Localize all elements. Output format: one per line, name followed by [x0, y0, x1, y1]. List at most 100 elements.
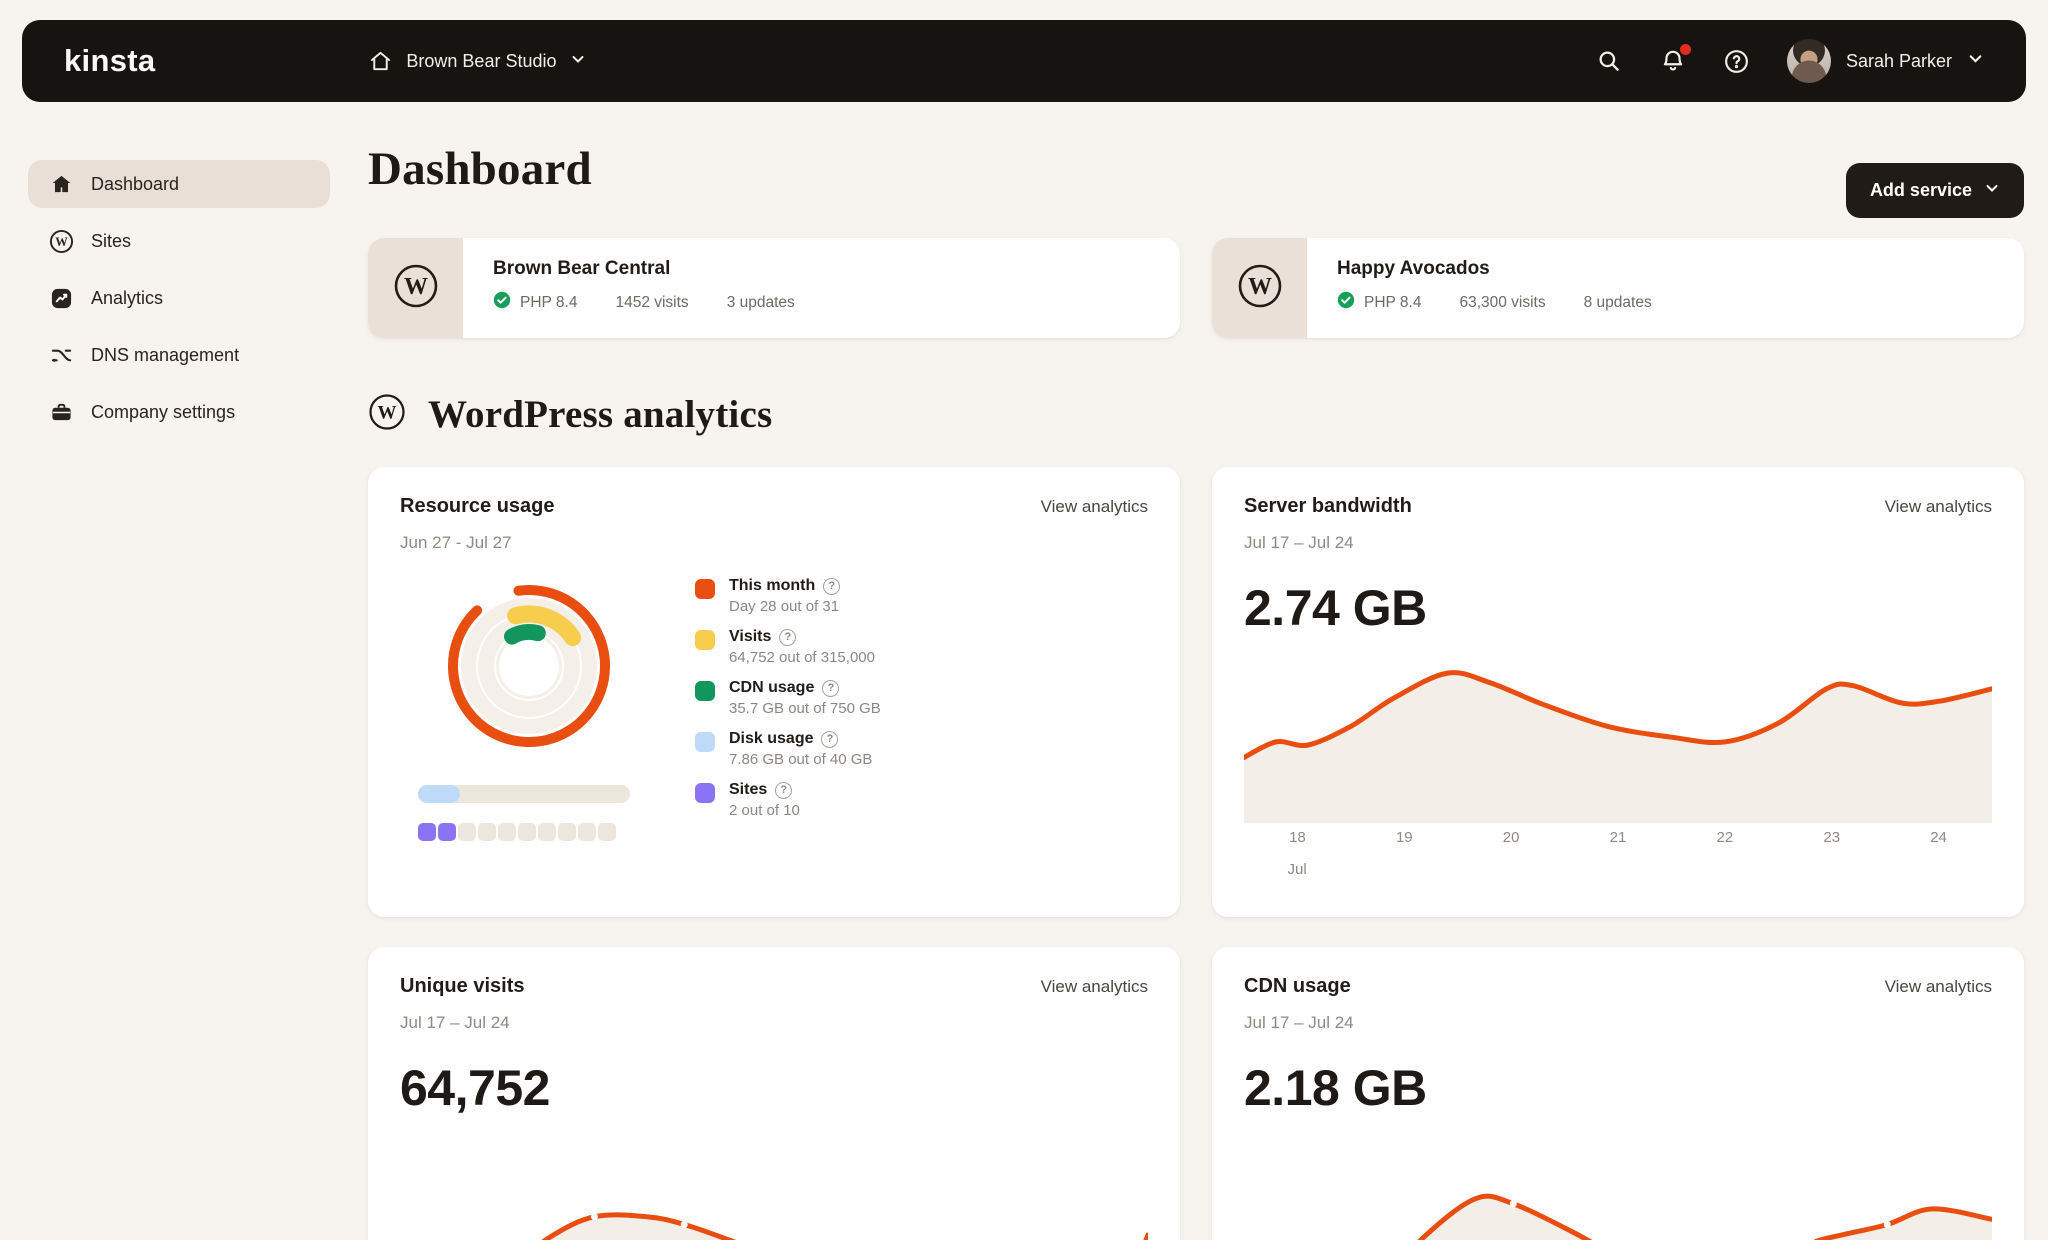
site-card-body: Happy Avocados PHP 8.4 63,300 visits 8 u… [1307, 238, 1682, 338]
site-slot-used [418, 823, 436, 841]
user-menu[interactable]: Sarah Parker [1787, 39, 1984, 83]
sidebar-item-dashboard[interactable]: Dashboard [28, 160, 330, 208]
site-slot-used [438, 823, 456, 841]
legend-sub: 2 out of 10 [729, 802, 800, 819]
briefcase-icon [48, 399, 74, 425]
site-meta: PHP 8.4 1452 visits 3 updates [493, 291, 795, 314]
php-version-label: PHP 8.4 [1364, 294, 1421, 312]
server-bandwidth-card: Server bandwidth View analytics Jul 17 –… [1212, 467, 2024, 917]
analytics-grid: Resource usage View analytics Jun 27 - J… [368, 467, 2024, 1240]
site-card-body: Brown Bear Central PHP 8.4 1452 visits 3… [463, 238, 825, 338]
resource-usage-card: Resource usage View analytics Jun 27 - J… [368, 467, 1180, 917]
php-version: PHP 8.4 [493, 291, 577, 314]
cdn-usage-card: CDN usage View analytics Jul 17 – Jul 24… [1212, 947, 2024, 1240]
sidebar-item-company-settings[interactable]: Company settings [28, 388, 330, 436]
sidebar-item-label: Dashboard [91, 174, 179, 195]
view-analytics-link[interactable]: View analytics [1885, 497, 1992, 517]
add-service-button[interactable]: Add service [1846, 163, 2024, 218]
sites-usage-squares [418, 823, 650, 841]
chevron-down-icon [1984, 180, 2000, 201]
chevron-down-icon [570, 51, 586, 72]
bandwidth-total-value: 2.74 GB [1244, 579, 1992, 637]
legend-swatch [695, 783, 715, 803]
help-icon[interactable] [1723, 47, 1751, 75]
sidebar-item-analytics[interactable]: Analytics [28, 274, 330, 322]
legend-sub: Day 28 out of 31 [729, 598, 840, 615]
kinsta-dashboard: kinsta Brown Bear Studio Sara [0, 0, 2048, 1240]
site-card-brown-bear-central[interactable]: W Brown Bear Central PHP 8.4 1452 visits [368, 238, 1180, 338]
x-axis-tick: 21 [1610, 829, 1627, 846]
legend-sub: 64,752 out of 315,000 [729, 649, 875, 666]
chevron-down-icon [1967, 50, 1984, 72]
help-icon[interactable] [775, 782, 792, 799]
legend-swatch [695, 579, 715, 599]
bandwidth-x-axis: 18192021222324 [1244, 829, 1992, 853]
site-slot-free [518, 823, 536, 841]
view-analytics-link[interactable]: View analytics [1885, 977, 1992, 997]
user-name: Sarah Parker [1846, 51, 1952, 72]
card-title: Server bandwidth [1244, 495, 1412, 518]
x-axis-tick: 22 [1717, 829, 1734, 846]
top-navigation: kinsta Brown Bear Studio Sara [22, 20, 2026, 102]
legend-label: CDN usage [729, 679, 814, 697]
site-slot-free [578, 823, 596, 841]
help-icon[interactable] [823, 578, 840, 595]
disk-usage-bar-fill [418, 785, 460, 803]
site-slot-free [478, 823, 496, 841]
wordpress-icon: W [368, 393, 406, 436]
site-card-happy-avocados[interactable]: W Happy Avocados PHP 8.4 63,300 visits [1212, 238, 2024, 338]
legend-sub: 7.86 GB out of 40 GB [729, 751, 872, 768]
home-icon [367, 48, 393, 74]
x-axis-tick: 19 [1396, 829, 1413, 846]
legend-item-cdn-usage: CDN usage 35.7 GB out of 750 GB [695, 679, 881, 717]
notifications-bell-icon[interactable] [1659, 47, 1687, 75]
company-switcher[interactable]: Brown Bear Studio [367, 48, 585, 74]
sidebar-item-sites[interactable]: W Sites [28, 217, 330, 265]
unique-visits-value: 64,752 [400, 1059, 1148, 1117]
legend-swatch [695, 630, 715, 650]
svg-text:W: W [378, 403, 397, 424]
legend-label: Visits [729, 628, 771, 646]
site-slot-free [558, 823, 576, 841]
legend-item-disk-usage: Disk usage 7.86 GB out of 40 GB [695, 730, 881, 768]
card-title: CDN usage [1244, 975, 1351, 998]
updates-count: 8 updates [1584, 294, 1652, 312]
site-cards-row: W Brown Bear Central PHP 8.4 1452 visits [368, 238, 2024, 338]
search-icon[interactable] [1595, 47, 1623, 75]
disk-usage-bar [418, 785, 630, 803]
legend-label: This month [729, 577, 815, 595]
sidebar-item-label: Company settings [91, 402, 235, 423]
legend-swatch [695, 681, 715, 701]
svg-text:W: W [1248, 274, 1272, 300]
legend-sub: 35.7 GB out of 750 GB [729, 700, 881, 717]
x-axis-tick: 24 [1930, 829, 1947, 846]
sidebar-item-dns[interactable]: DNS management [28, 331, 330, 379]
cdn-usage-value: 2.18 GB [1244, 1059, 1992, 1117]
status-check-icon [1337, 291, 1355, 314]
date-range: Jun 27 - Jul 27 [400, 533, 1148, 553]
help-icon[interactable] [779, 629, 796, 646]
page-header: Dashboard Add service [368, 120, 2024, 218]
legend-item-this-month: This month Day 28 out of 31 [695, 577, 881, 615]
cdn-usage-chart [1244, 1133, 1992, 1240]
resource-usage-visuals [400, 571, 650, 841]
legend-label: Disk usage [729, 730, 813, 748]
legend-swatch [695, 732, 715, 752]
wordpress-icon: W [392, 262, 440, 315]
notification-badge [1680, 44, 1691, 55]
wordpress-analytics-section-header: W WordPress analytics [368, 392, 2024, 437]
help-icon[interactable] [822, 680, 839, 697]
sidebar-item-label: Sites [91, 231, 131, 252]
site-slot-free [598, 823, 616, 841]
add-service-label: Add service [1870, 180, 1972, 201]
php-version: PHP 8.4 [1337, 291, 1421, 314]
help-icon[interactable] [821, 731, 838, 748]
sidebar-item-label: DNS management [91, 345, 239, 366]
visits-count: 63,300 visits [1459, 294, 1545, 312]
x-axis-tick: 23 [1823, 829, 1840, 846]
site-meta: PHP 8.4 63,300 visits 8 updates [1337, 291, 1652, 314]
view-analytics-link[interactable]: View analytics [1041, 497, 1148, 517]
date-range: Jul 17 – Jul 24 [1244, 1013, 1992, 1033]
svg-text:W: W [55, 234, 68, 248]
view-analytics-link[interactable]: View analytics [1041, 977, 1148, 997]
